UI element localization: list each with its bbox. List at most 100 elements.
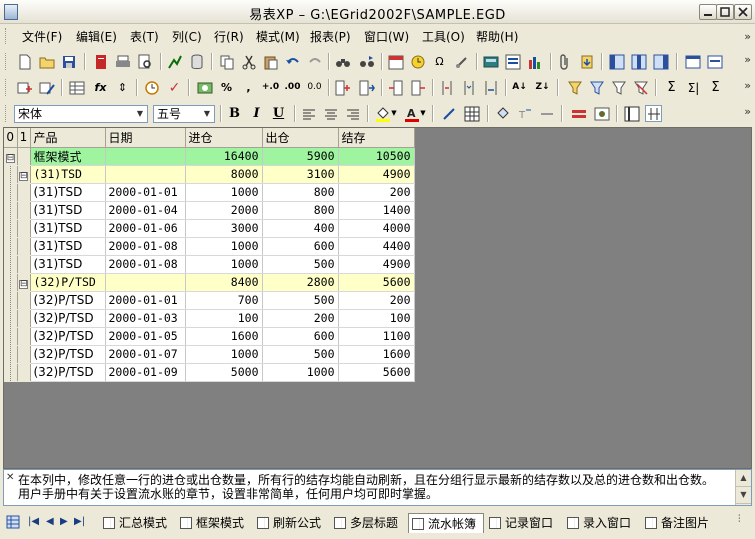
cell-out[interactable]: 500 [262,255,339,274]
insert-col-left-icon[interactable] [387,79,404,96]
collapse-icon[interactable]: ⊟ [19,172,28,181]
align-right-icon[interactable] [344,105,361,122]
font-color-icon[interactable]: A [403,105,420,122]
cell-in[interactable]: 100 [185,309,263,328]
filter-icon[interactable] [566,79,583,96]
cell-product[interactable]: (31)TSD [30,183,106,202]
cell-balance[interactable]: 1100 [338,327,415,346]
cell-date[interactable]: 2000-01-07 [105,345,186,364]
scroll-up-icon[interactable]: ▲ [736,470,751,487]
table-row[interactable]: (31)TSD 2000-01-08 1000 600 4400 [4,237,415,256]
font-name-select[interactable]: 宋体 ▼ [14,105,148,123]
replace-icon[interactable] [358,53,375,70]
align-center-icon[interactable] [322,105,339,122]
level-0-cell[interactable] [4,363,18,382]
find-icon[interactable] [334,53,351,70]
align-left-icon[interactable] [300,105,317,122]
cell-product[interactable]: (31)TSD [30,237,106,256]
append-column-icon[interactable] [358,79,375,96]
cell-product[interactable]: (31)TSD [30,255,106,274]
first-sheet-icon[interactable]: |◀ [28,516,39,527]
cell-in[interactable]: 1000 [185,345,263,364]
table-row[interactable]: (32)P/TSD 2000-01-09 5000 1000 5600 [4,363,415,382]
column-header-balance[interactable]: 结存 [338,128,415,148]
toolbar-grip[interactable] [5,79,9,96]
level-0-cell[interactable] [4,183,18,202]
cell-out[interactable]: 800 [262,183,339,202]
filter-advanced-icon[interactable] [610,79,627,96]
close-button[interactable] [734,4,752,20]
insert-col-right-icon[interactable] [409,79,426,96]
table-view-icon[interactable] [68,79,85,96]
cell-date[interactable]: 2000-01-09 [105,363,186,382]
check-icon[interactable]: ✓ [166,79,183,96]
cell-product[interactable]: (31)TSD [30,219,106,238]
cell-in[interactable]: 8000 [185,165,263,184]
menu-file[interactable]: 文件(F) [22,28,62,45]
tab-notes-picture[interactable]: 备注图片 [642,513,709,533]
minimize-button[interactable] [699,4,717,20]
tab-entry-window[interactable]: 录入窗口 [564,513,631,533]
menu-help[interactable]: 帮助(H) [476,28,518,45]
cell-in[interactable]: 5000 [185,363,263,382]
omega-symbol-icon[interactable]: Ω [431,53,448,70]
menu-mode[interactable]: 模式(M) [256,28,300,45]
layout-1-icon[interactable] [608,53,625,70]
notes-text[interactable]: 在本列中，修改任意一行的进仓或出仓数量，所有行的结存均能自动刷新，且在分组行显示… [18,473,731,501]
sort-icon[interactable]: ⇕ [114,79,131,96]
table-row[interactable]: (32)P/TSD 2000-01-03 100 200 100 [4,309,415,328]
menu-edit[interactable]: 编辑(E) [76,28,117,45]
cell-date[interactable] [105,165,186,184]
cell-out[interactable]: 600 [262,327,339,346]
import-icon[interactable] [578,53,595,70]
cell-balance[interactable]: 4400 [338,237,415,256]
cell-date[interactable]: 2000-01-01 [105,183,186,202]
close-icon[interactable]: ✕ [6,472,14,483]
chart-icon[interactable] [166,53,183,70]
scroll-down-icon[interactable]: ▼ [736,487,751,504]
decrease-decimal-icon[interactable]: .00 [284,79,301,96]
cell-in[interactable]: 16400 [185,147,263,166]
menu-column[interactable]: 列(C) [172,28,202,45]
fill-color-icon[interactable] [374,105,391,122]
toolbar-chevron-icon[interactable]: » [744,53,751,66]
table-row[interactable]: (32)P/TSD 2000-01-07 1000 500 1600 [4,345,415,364]
cell-balance[interactable]: 4900 [338,255,415,274]
insert-column-icon[interactable] [334,79,351,96]
copy-icon[interactable] [218,53,235,70]
cell-in[interactable]: 2000 [185,201,263,220]
freeze-pane-icon[interactable] [623,105,640,122]
level-1-cell[interactable] [17,201,31,220]
cell-date[interactable]: 2000-01-08 [105,255,186,274]
cell-date[interactable]: 2000-01-03 [105,309,186,328]
last-sheet-icon[interactable]: ▶| [74,516,85,527]
table-row[interactable]: (31)TSD 2000-01-06 3000 400 4000 [4,219,415,238]
level-1-cell[interactable] [17,309,31,328]
attachment-icon[interactable] [556,53,573,70]
total-row[interactable]: ⊟ 框架模式 16400 5900 10500 [4,147,415,166]
merge-column-icon[interactable] [460,79,477,96]
cell-out[interactable]: 600 [262,237,339,256]
table-row[interactable]: (31)TSD 2000-01-01 1000 800 200 [4,183,415,202]
print-preview-icon[interactable] [136,53,153,70]
cell-out[interactable]: 2800 [262,273,339,292]
cell-balance[interactable]: 200 [338,183,415,202]
sum-all-icon[interactable]: Σ| [685,79,702,96]
level-1-cell[interactable]: ⊟ [17,273,31,292]
cell-out[interactable]: 500 [262,345,339,364]
tab-summary-mode[interactable]: 汇总模式 [100,513,167,533]
sheet-list-icon[interactable] [6,515,20,529]
level-0-cell[interactable] [4,219,18,238]
bold-button[interactable]: B [226,105,243,122]
currency-icon[interactable] [196,79,213,96]
italic-button[interactable]: I [248,105,265,122]
print-icon[interactable] [114,53,131,70]
table-row[interactable]: (31)TSD 2000-01-04 2000 800 1400 [4,201,415,220]
menubar-grip[interactable] [5,28,9,44]
filter-apply-icon[interactable] [588,79,605,96]
sum-icon[interactable]: Σ [663,79,680,96]
collapse-icon[interactable]: ⊟ [5,154,15,163]
cell-in[interactable]: 700 [185,291,263,310]
cell-product[interactable]: (32)P/TSD [30,345,106,364]
cell-product[interactable]: (32)P/TSD [30,273,106,292]
